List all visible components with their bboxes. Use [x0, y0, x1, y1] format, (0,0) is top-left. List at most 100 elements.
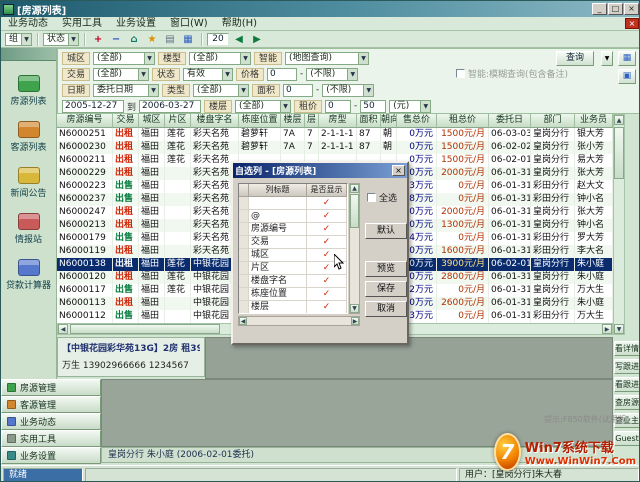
navbar-settings[interactable]: 业务设置	[1, 447, 101, 464]
scroll-left-icon[interactable]: ◀	[239, 317, 247, 325]
sidebar-item-loan-calculator[interactable]: 贷款计算器	[1, 259, 56, 291]
select-all-checkbox[interactable]	[367, 193, 376, 202]
table-row[interactable]: N6000230 出租 福田 莲花 彩天名苑 碧萝轩 7A 7 2-1-1-1 …	[57, 141, 613, 154]
column-header-level[interactable]: 层	[305, 114, 319, 128]
rent-price-max-input[interactable]: 50	[360, 100, 386, 113]
scroll-up-icon[interactable]: ▲	[614, 115, 624, 125]
star-icon[interactable]: ★	[144, 32, 160, 47]
fuzzy-search-option[interactable]: 智能:模糊查询(包含备注)	[456, 67, 568, 80]
status-combobox[interactable]: 状态 ▼	[43, 33, 79, 46]
scroll-up-icon[interactable]: ▲	[350, 184, 359, 193]
rent-price-min-input[interactable]: 0	[325, 100, 351, 113]
menu-close-icon[interactable]: ×	[625, 18, 639, 29]
column-option-row[interactable]: 栋座位置 ✓	[239, 288, 347, 301]
column-option-row[interactable]: 城区 ✓	[239, 249, 347, 262]
trade-combobox[interactable]: (全部)▼	[93, 68, 149, 81]
navbar-client-management[interactable]: 客源管理	[1, 396, 101, 413]
price-max-combobox[interactable]: (不限)▼	[306, 68, 358, 81]
floor-combobox[interactable]: (全部)▼	[235, 100, 291, 113]
search-dropdown-icon[interactable]: ▼	[601, 51, 613, 66]
area-max-combobox[interactable]: (不限)▼	[322, 84, 374, 97]
menu-item[interactable]: 帮助(H)	[215, 17, 264, 30]
column-header-facing[interactable]: 朝向	[381, 114, 397, 128]
navbar-tools[interactable]: 实用工具	[1, 430, 101, 447]
menu-item[interactable]: 实用工具	[55, 17, 109, 30]
list-query-icon[interactable]: ▣	[618, 69, 636, 84]
scroll-right-icon[interactable]: ▶	[351, 317, 359, 325]
prev-record-icon[interactable]: ◀	[231, 32, 247, 47]
dialog-close-icon[interactable]: ×	[392, 165, 405, 176]
scroll-right-icon[interactable]: ▶	[602, 324, 612, 334]
minimize-button[interactable]: _	[592, 3, 607, 15]
sidebar-item-news[interactable]: 新闻公告	[1, 167, 56, 199]
sidebar-item-info-station[interactable]: 情报站	[1, 213, 56, 245]
scroll-left-icon[interactable]: ◀	[58, 324, 68, 334]
table-row[interactable]: N6000251 出租 福田 莲花 彩天名苑 碧萝轩 7A 7 2-1-1-1 …	[57, 128, 613, 141]
visible-check-icon[interactable]: ✓	[307, 197, 347, 210]
date-to-input[interactable]: 2006-03-27	[139, 100, 201, 113]
print-icon[interactable]: ▤	[162, 32, 178, 47]
search-house-button[interactable]: 查房源	[614, 395, 640, 410]
sidebar-item-client-list[interactable]: 客源列表	[1, 121, 56, 153]
column-header-department[interactable]: 部门	[531, 114, 575, 128]
date-mode-combobox[interactable]: 委托日期▼	[93, 84, 159, 97]
column-option-row[interactable]: ✓	[239, 197, 347, 210]
write-followup-button[interactable]: 写跟进	[614, 359, 640, 374]
visible-check-icon[interactable]: ✓	[307, 223, 347, 236]
dialog-vertical-scrollbar[interactable]: ▲ ▼	[349, 183, 360, 314]
remove-icon[interactable]: −	[108, 32, 124, 47]
save-button[interactable]: 保存	[365, 281, 407, 297]
navbar-business-news[interactable]: 业务动态	[1, 413, 101, 430]
menu-item[interactable]: 业务设置	[109, 17, 163, 30]
vertical-scrollbar[interactable]: ▲ ▼	[613, 114, 625, 335]
area-min-input[interactable]: 0	[283, 84, 313, 97]
house-icon[interactable]: ⌂	[126, 32, 142, 47]
preview-button[interactable]: 预览	[365, 261, 407, 277]
navbar-house-management[interactable]: 房源管理	[1, 379, 101, 396]
price-min-input[interactable]: 0	[267, 68, 297, 81]
column-header-estate[interactable]: 楼盘字名	[191, 114, 239, 128]
dialog-title-bar[interactable]: 自选列 - [房源列表] ×	[233, 163, 407, 178]
menu-item[interactable]: 业务动态	[1, 17, 55, 30]
scroll-down-icon[interactable]: ▼	[350, 304, 359, 313]
column-header-area[interactable]: 面积	[357, 114, 381, 128]
add-icon[interactable]: +	[90, 32, 106, 47]
dialog-horizontal-scrollbar[interactable]: ◀ ▶	[238, 316, 360, 326]
status-filter-combobox[interactable]: 有效▼	[183, 68, 233, 81]
next-record-icon[interactable]: ▶	[249, 32, 265, 47]
page-size-box[interactable]: 20	[207, 33, 229, 46]
column-header-sale-price[interactable]: 售总价	[397, 114, 437, 128]
column-option-row[interactable]: 交易 ✓	[239, 236, 347, 249]
column-header-rent-price[interactable]: 租总价	[437, 114, 489, 128]
map-query-icon[interactable]: ▦	[618, 51, 636, 66]
column-header-zone[interactable]: 片区	[165, 114, 191, 128]
visible-check-icon[interactable]: ✓	[307, 236, 347, 249]
grid-icon[interactable]: ▦	[180, 32, 196, 47]
default-button[interactable]: 默认	[365, 223, 407, 239]
column-option-row[interactable]: 片区 ✓	[239, 262, 347, 275]
cancel-button[interactable]: 取消	[365, 301, 407, 317]
column-header-trade[interactable]: 交易	[113, 114, 139, 128]
column-option-row[interactable]: 楼层 ✓	[239, 301, 347, 314]
sidebar-item-house-list[interactable]: 房源列表	[1, 75, 56, 107]
visible-check-icon[interactable]: ✓	[307, 210, 347, 223]
visible-check-icon[interactable]: ✓	[307, 288, 347, 301]
close-button[interactable]: ×	[624, 3, 639, 15]
visible-check-icon[interactable]: ✓	[307, 275, 347, 288]
maximize-button[interactable]: □	[608, 3, 623, 15]
column-header-house-id[interactable]: 房源编号	[57, 114, 113, 128]
visible-check-icon[interactable]: ✓	[307, 301, 347, 314]
district-combobox[interactable]: (全部)▼	[93, 52, 155, 65]
type-combobox[interactable]: (全部)▼	[193, 84, 249, 97]
column-option-row[interactable]: @ ✓	[239, 210, 347, 223]
smart-combobox[interactable]: (地图查询)▼	[285, 52, 369, 65]
column-header-district[interactable]: 城区	[139, 114, 165, 128]
scrollbar-thumb[interactable]	[70, 324, 220, 334]
column-option-row[interactable]: 房源编号 ✓	[239, 223, 347, 236]
menu-item[interactable]: 窗口(W)	[163, 17, 215, 30]
column-header-entrust-date[interactable]: 委托日	[489, 114, 531, 128]
date-from-input[interactable]: 2005-12-27	[62, 100, 124, 113]
column-header-layout[interactable]: 房型	[319, 114, 357, 128]
column-option-row[interactable]: 楼盘字名 ✓	[239, 275, 347, 288]
column-header-floor[interactable]: 楼层	[281, 114, 305, 128]
